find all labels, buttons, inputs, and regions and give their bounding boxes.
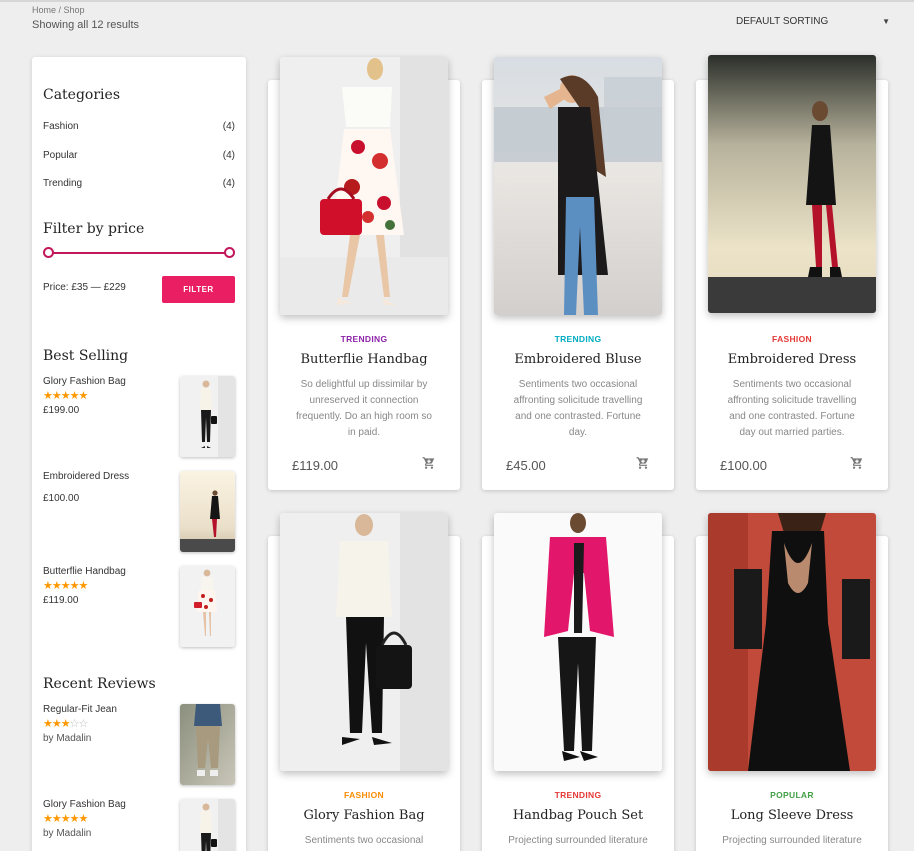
product-description: Projecting surrounded literature <box>508 835 648 846</box>
product-title[interactable]: Butterflie Handbag <box>268 352 460 367</box>
product-title[interactable]: Long Sleeve Dress <box>696 808 888 823</box>
product-card: TRENDING Butterflie Handbag So delightfu… <box>268 57 460 490</box>
product-card: TRENDING Handbag Pouch Set Projecting su… <box>482 513 674 851</box>
filter-button[interactable]: FILTER <box>162 276 235 303</box>
product-title[interactable]: Embroidered Dress <box>696 352 888 367</box>
sorting-selected-value: DEFAULT SORTING <box>736 15 829 27</box>
categories-title: Categories <box>43 87 120 103</box>
product-category[interactable]: TRENDING <box>482 790 674 800</box>
product-card: FASHION Embroidered Dress Sentiments two… <box>696 55 888 490</box>
product-category[interactable]: TRENDING <box>482 334 674 344</box>
product-price: £45.00 <box>506 458 546 473</box>
product-price: £100.00 <box>720 458 767 473</box>
filter-price-title: Filter by price <box>43 221 145 237</box>
product-description: So delightful up dissimilar by unreserve… <box>295 379 432 438</box>
best-selling-item: Embroidered Dress £100.00 <box>43 471 235 553</box>
category-count: (4) <box>222 150 235 161</box>
product-image[interactable] <box>494 513 662 771</box>
product-category[interactable]: TRENDING <box>268 334 460 344</box>
recent-review-item: Glory Fashion Bag ★★★★★ by Madalin <box>43 799 235 851</box>
product-image[interactable] <box>280 513 448 771</box>
category-name: Fashion <box>43 121 79 132</box>
category-count: (4) <box>222 178 235 189</box>
shop-header: Home / Shop Showing all 12 results <box>32 5 139 31</box>
category-item-fashion[interactable]: Fashion (4) <box>43 121 235 132</box>
add-to-cart-icon[interactable] <box>422 456 436 470</box>
caret-down-icon: ▼ <box>882 16 890 26</box>
result-count: Showing all 12 results <box>32 19 140 31</box>
product-title[interactable]: Handbag Pouch Set <box>482 808 674 823</box>
add-to-cart-icon[interactable] <box>636 456 650 470</box>
product-description: Sentiments two occasional <box>304 835 424 846</box>
product-image[interactable] <box>280 57 448 315</box>
best-selling-item: Butterflie Handbag ★★★★★ £119.00 <box>43 566 235 648</box>
price-slider-max-handle[interactable] <box>224 247 235 258</box>
product-thumbnail[interactable] <box>180 799 235 851</box>
product-image[interactable] <box>494 57 662 315</box>
product-description: Sentiments two occasional affronting sol… <box>513 379 643 438</box>
product-card: POPULAR Long Sleeve Dress Projecting sur… <box>696 513 888 851</box>
product-card: FASHION Glory Fashion Bag Sentiments two… <box>268 513 460 851</box>
product-description: Projecting surrounded literature <box>722 835 862 846</box>
category-name: Trending <box>43 178 83 189</box>
product-price: £119.00 <box>292 458 339 473</box>
product-title[interactable]: Embroidered Bluse <box>482 352 674 367</box>
recent-reviews-title: Recent Reviews <box>43 676 156 692</box>
product-thumbnail[interactable] <box>180 704 235 785</box>
sidebar: Categories Fashion (4) Popular (4) Trend… <box>32 57 246 851</box>
add-to-cart-icon[interactable] <box>850 456 864 470</box>
price-slider-min-handle[interactable] <box>43 247 54 258</box>
best-selling-title: Best Selling <box>43 348 129 364</box>
price-slider[interactable] <box>43 247 235 258</box>
price-range-label: Price: £35 — £229 <box>43 282 126 293</box>
recent-review-item: Regular-Fit Jean ★★★☆☆ by Madalin <box>43 704 235 786</box>
category-count: (4) <box>222 121 235 132</box>
category-item-trending[interactable]: Trending (4) <box>43 178 235 189</box>
product-category[interactable]: FASHION <box>268 790 460 800</box>
product-card: TRENDING Embroidered Bluse Sentiments tw… <box>482 57 674 490</box>
product-thumbnail[interactable] <box>180 376 235 457</box>
product-image[interactable] <box>708 513 876 771</box>
category-name: Popular <box>43 150 78 161</box>
product-title[interactable]: Glory Fashion Bag <box>268 808 460 823</box>
product-category[interactable]: POPULAR <box>696 790 888 800</box>
breadcrumb[interactable]: Home / Shop <box>32 5 139 15</box>
sorting-select[interactable]: DEFAULT SORTING ▼ <box>728 12 890 30</box>
product-category[interactable]: FASHION <box>696 334 888 344</box>
product-thumbnail[interactable] <box>180 566 235 647</box>
best-selling-item: Glory Fashion Bag ★★★★★ £199.00 <box>43 376 235 458</box>
product-thumbnail[interactable] <box>180 471 235 552</box>
product-image[interactable] <box>708 55 876 313</box>
product-description: Sentiments two occasional affronting sol… <box>727 379 857 438</box>
category-item-popular[interactable]: Popular (4) <box>43 150 235 161</box>
